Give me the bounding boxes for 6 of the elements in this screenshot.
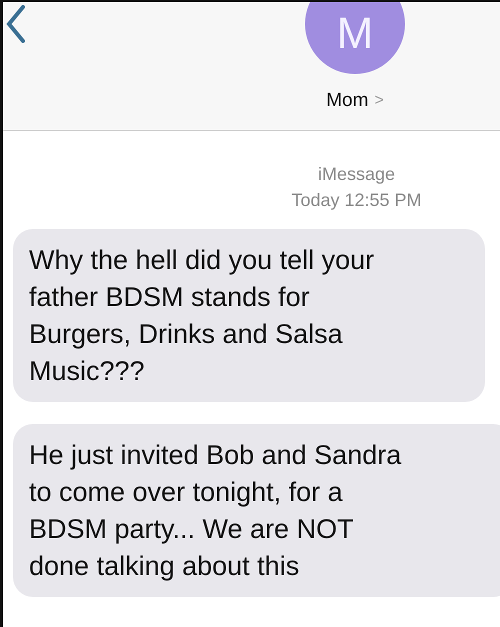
- message-bubble: Why the hell did you tell your father BDSM stands for Burgers, Drinks and Salsa Music???: [13, 229, 485, 402]
- timestamp: Today 12:55 PM: [291, 189, 422, 212]
- back-button[interactable]: [5, 4, 27, 44]
- message-bubble: He just invited Bob and Sandra to come over tonight, for a BDSM party... We are NOT done talking about this: [13, 424, 500, 597]
- contact-name-link[interactable]: Mom >: [326, 90, 384, 112]
- service-label: iMessage: [318, 163, 396, 186]
